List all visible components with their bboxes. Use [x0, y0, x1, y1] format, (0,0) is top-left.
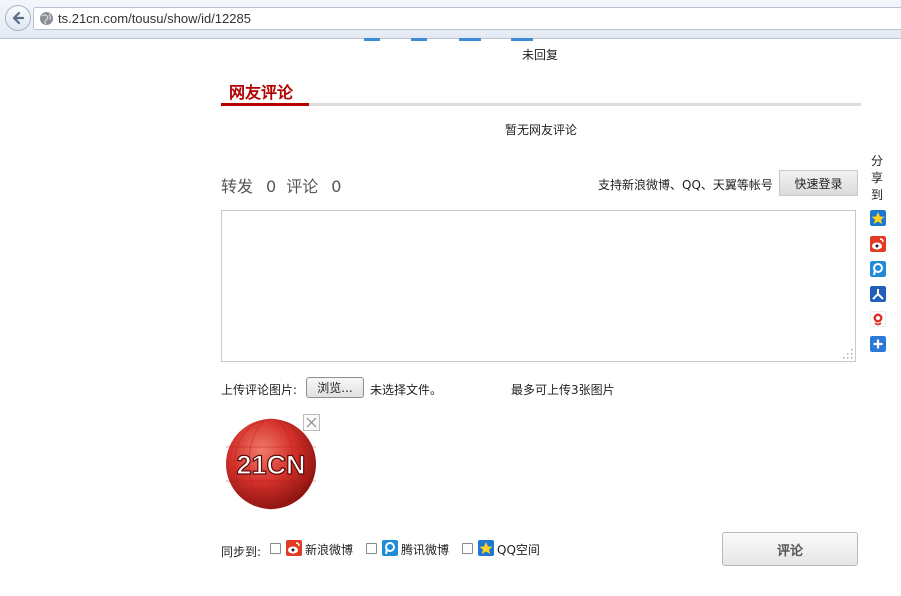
forward-count: 0	[266, 177, 277, 196]
sync-label: 同步到:	[221, 545, 262, 559]
browser-address-bar: ts.21cn.com/tousu/show/id/12285	[0, 0, 901, 39]
sync-qzone-checkbox[interactable]	[462, 543, 473, 554]
submit-comment-button[interactable]: 评论	[722, 532, 858, 566]
qzone-icon	[478, 540, 494, 556]
comments-section-title: 网友评论	[229, 83, 294, 102]
no-file-text: 未选择文件。	[370, 383, 443, 397]
sina-weibo-icon	[286, 540, 302, 556]
remove-image-button[interactable]	[303, 414, 320, 431]
resize-grip-icon[interactable]	[843, 349, 853, 359]
cutoff-icon	[511, 38, 533, 41]
sync-sina-label: 新浪微博	[305, 543, 354, 557]
upload-image-label: 上传评论图片:	[221, 383, 298, 397]
close-icon	[306, 417, 317, 428]
stats-row: 转发 0 评论 0	[221, 173, 351, 197]
sync-qzone-label: QQ空间	[497, 543, 540, 557]
sync-tencent-label: 腾讯微博	[401, 543, 450, 557]
cutoff-icon	[364, 38, 380, 41]
upload-limit-text: 最多可上传3张图片	[511, 383, 615, 397]
uploaded-image-thumbnail: 21CN	[226, 418, 316, 510]
sync-sina-checkbox[interactable]	[270, 543, 281, 554]
thumbnail-logo-text: 21CN	[236, 450, 305, 480]
tencent-weibo-icon[interactable]	[870, 261, 886, 277]
sohu-icon[interactable]	[870, 311, 886, 327]
comment-count: 0	[331, 177, 342, 196]
tencent-weibo-icon	[382, 540, 398, 556]
qzone-icon[interactable]	[870, 210, 886, 226]
section-divider-accent	[221, 103, 309, 106]
forward-label: 转发	[221, 177, 254, 196]
browse-button[interactable]: 浏览...	[306, 377, 364, 398]
login-support-text: 支持新浪微博、QQ、天翼等帐号	[598, 178, 773, 192]
quick-login-button[interactable]: 快速登录	[779, 170, 858, 196]
reply-status-text: 未回复	[522, 48, 559, 62]
url-text: ts.21cn.com/tousu/show/id/12285	[58, 11, 251, 26]
share-label: 分享到	[870, 154, 883, 202]
more-icon[interactable]	[870, 336, 886, 352]
sina-weibo-icon[interactable]	[870, 236, 886, 252]
globe-icon	[40, 12, 53, 25]
back-button[interactable]	[5, 5, 31, 31]
sync-tencent-checkbox[interactable]	[366, 543, 377, 554]
renren-icon[interactable]	[870, 286, 886, 302]
comment-textarea[interactable]	[221, 210, 856, 362]
cutoff-icon	[411, 38, 427, 41]
comment-label: 评论	[286, 177, 319, 196]
cutoff-icon	[459, 38, 481, 41]
section-divider	[221, 103, 861, 106]
back-arrow-icon	[12, 11, 25, 25]
no-comments-text: 暂无网友评论	[505, 123, 578, 137]
url-field[interactable]: ts.21cn.com/tousu/show/id/12285	[33, 7, 901, 30]
